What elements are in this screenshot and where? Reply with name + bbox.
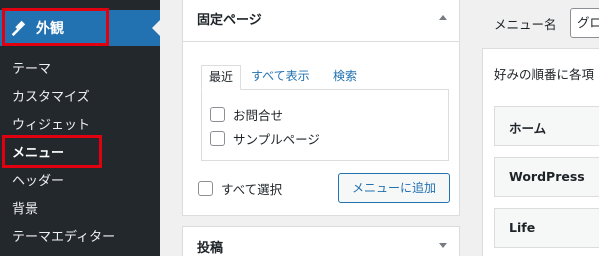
menu-structure-item[interactable]: Life	[494, 208, 599, 248]
menu-structure-item[interactable]: WordPress	[494, 157, 599, 197]
menu-name-input[interactable]: グロ	[570, 8, 599, 38]
menu-structure-area: メニュー名 グロ 好みの順番に各項 ホーム WordPress Life	[482, 0, 599, 256]
menu-item-label: WordPress	[509, 169, 585, 184]
posts-panel: 投稿	[182, 226, 460, 256]
sidebar-item-widgets[interactable]: ウィジェット	[12, 114, 90, 133]
collapse-arrow-icon[interactable]	[439, 15, 447, 20]
sidebar-item-appearance[interactable]: 外観	[0, 10, 160, 46]
tab-panel	[201, 89, 449, 161]
tab-recent[interactable]: 最近	[201, 65, 241, 90]
posts-panel-title[interactable]: 投稿	[197, 237, 223, 256]
sidebar-item-themes[interactable]: テーマ	[12, 58, 51, 77]
sidebar-item-customize[interactable]: カスタマイズ	[12, 86, 90, 105]
pages-panel-title[interactable]: 固定ページ	[197, 9, 262, 28]
sidebar-item-theme-editor[interactable]: テーマエディター	[12, 226, 115, 245]
menu-order-instructions: 好みの順番に各項	[494, 67, 595, 82]
add-to-menu-button[interactable]: メニューに追加	[338, 173, 450, 203]
menu-item-label: Life	[509, 220, 536, 235]
page-checkbox[interactable]	[210, 131, 225, 146]
current-arrow-indicator	[152, 20, 160, 36]
panel-divider	[183, 41, 459, 42]
select-all-label: すべて選択	[221, 182, 283, 197]
admin-sidebar: 外観 テーマ カスタマイズ ウィジェット メニュー ヘッダー 背景 テーマエディ…	[0, 0, 160, 256]
sidebar-item-header[interactable]: ヘッダー	[12, 170, 64, 189]
tab-view-all[interactable]: すべて表示	[251, 65, 310, 90]
menu-name-label: メニュー名	[494, 17, 557, 32]
menu-structure-item[interactable]: ホーム	[494, 106, 599, 146]
select-all-checkbox[interactable]	[198, 181, 213, 196]
sidebar-item-background[interactable]: 背景	[12, 198, 38, 217]
paintbrush-icon	[11, 20, 26, 37]
pages-panel: 固定ページ 最近 すべて表示 検索 お問合せ サンプルページ すべて選択 メニュ…	[182, 0, 460, 216]
page-checkbox-label: お問合せ	[233, 108, 284, 123]
page-checkbox[interactable]	[210, 107, 225, 122]
tab-search[interactable]: 検索	[333, 65, 357, 90]
menu-item-label: ホーム	[509, 121, 547, 136]
sidebar-item-menus[interactable]: メニュー	[12, 142, 64, 161]
sidebar-head-label: 外観	[36, 21, 64, 37]
expand-arrow-icon[interactable]	[439, 243, 447, 248]
page-checkbox-label: サンプルページ	[233, 132, 320, 147]
menu-item-panels: 固定ページ 最近 すべて表示 検索 お問合せ サンプルページ すべて選択 メニュ…	[182, 0, 460, 256]
